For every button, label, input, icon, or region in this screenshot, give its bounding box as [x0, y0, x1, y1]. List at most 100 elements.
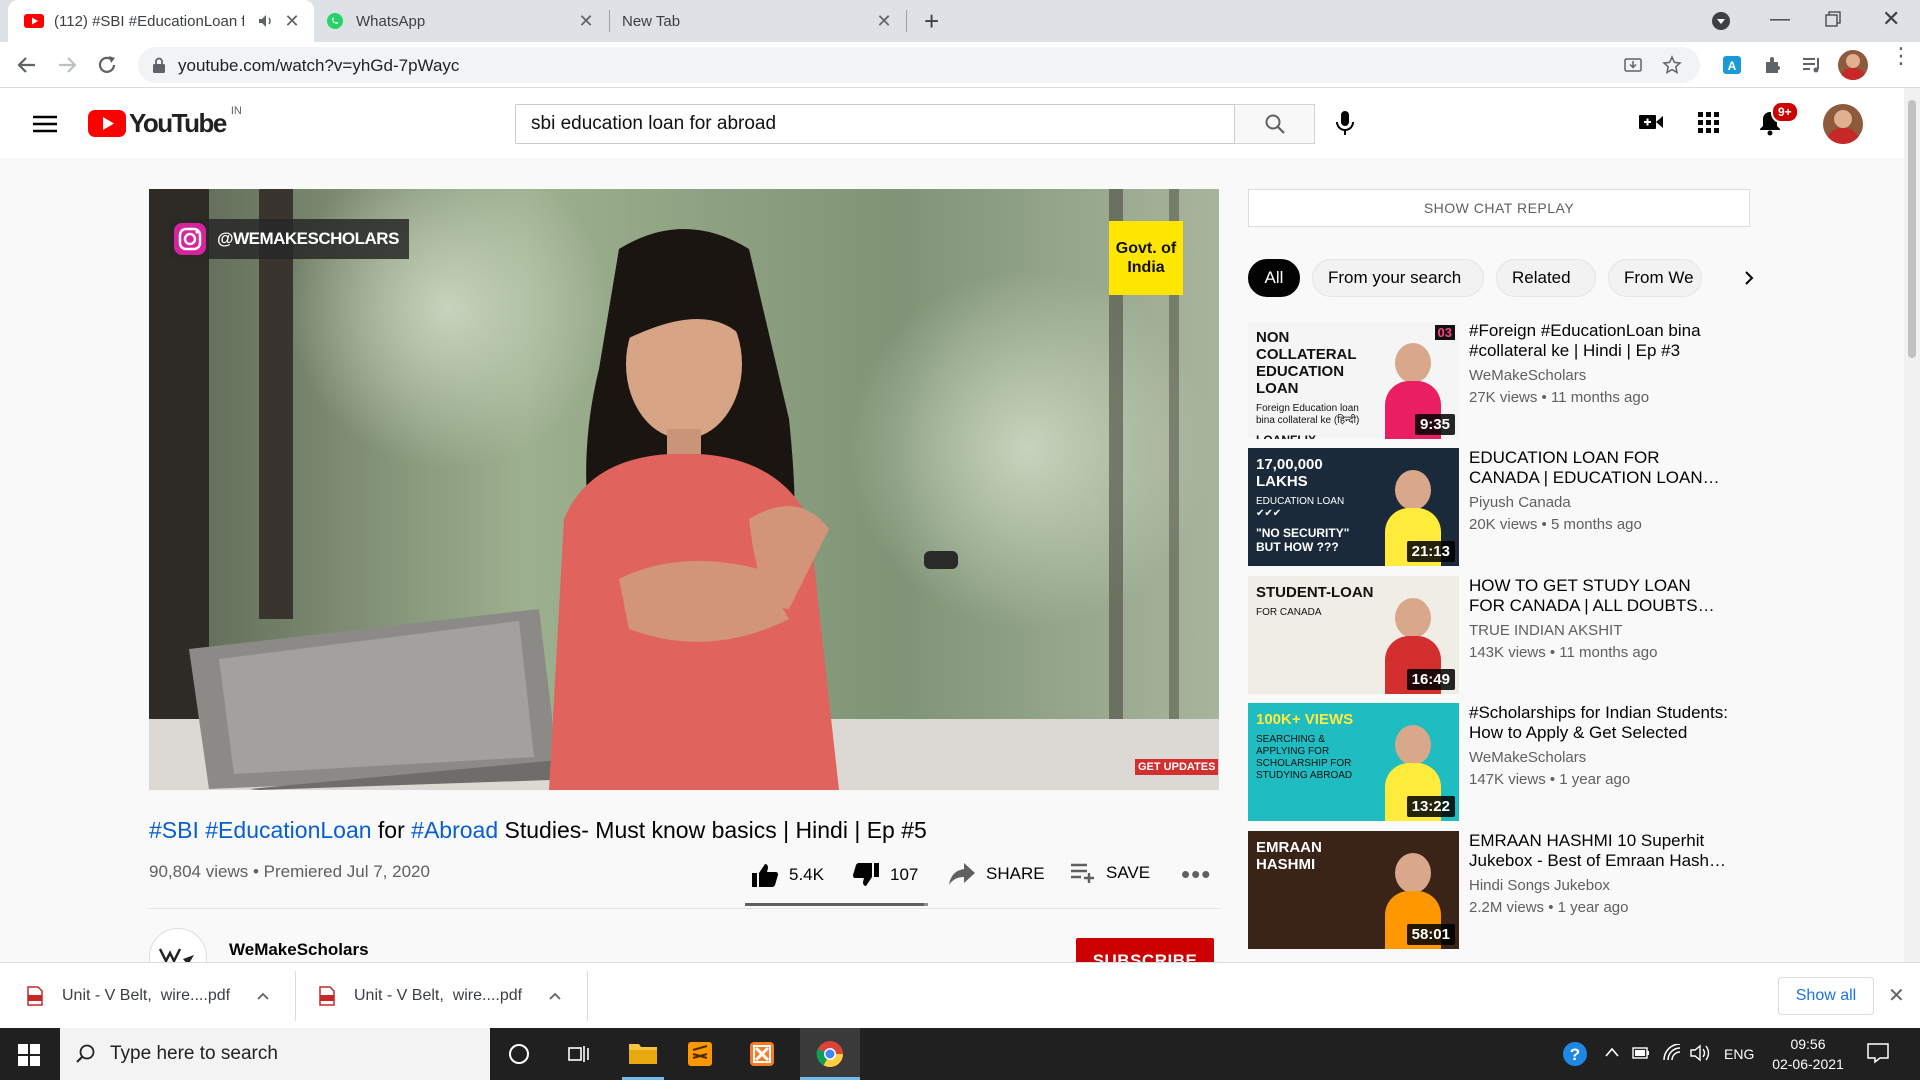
hashtag-link[interactable]: #EducationLoan [205, 817, 371, 843]
tab-youtube[interactable]: (112) #SBI #EducationLoan for #Abroad St… [8, 0, 314, 42]
video-title[interactable]: HOW TO GET STUDY LOAN FOR CANADA | ALL D… [1469, 576, 1731, 616]
video-title[interactable]: #Foreign #EducationLoan bina #collateral… [1469, 321, 1731, 361]
back-icon[interactable] [16, 54, 38, 76]
video-title[interactable]: #Scholarships for Indian Students: How t… [1469, 703, 1731, 743]
create-video-icon[interactable] [1638, 112, 1664, 132]
sublime-text-icon[interactable] [686, 1040, 714, 1068]
chip-all[interactable]: All [1248, 259, 1300, 297]
language-indicator[interactable]: ENG [1724, 1046, 1754, 1062]
extension-icon[interactable]: A [1721, 54, 1743, 76]
channel-name[interactable]: WeMakeScholars [1469, 749, 1586, 766]
page-scrollbar[interactable] [1904, 88, 1920, 962]
channel-name[interactable]: Hindi Songs Jukebox [1469, 877, 1610, 894]
video-title[interactable]: EMRAAN HASHMI 10 Superhit Jukebox - Best… [1469, 831, 1731, 871]
scrollbar-thumb[interactable] [1908, 100, 1916, 358]
maximize-icon[interactable] [1825, 11, 1841, 27]
tab-whatsapp[interactable]: WhatsApp ✕ [318, 0, 608, 42]
hamburger-menu-icon[interactable] [32, 114, 58, 134]
thumbs-down-icon [853, 863, 879, 886]
chevron-up-icon[interactable] [256, 991, 270, 1001]
speaker-icon[interactable] [258, 14, 274, 28]
close-tab-icon[interactable]: ✕ [282, 11, 302, 31]
close-window-icon[interactable]: ✕ [1882, 6, 1900, 32]
show-all-button[interactable]: Show all [1778, 977, 1874, 1015]
more-actions-icon[interactable]: ••• [1181, 861, 1211, 887]
video-meta: 143K views • 11 months ago [1469, 644, 1658, 661]
video-thumbnail[interactable]: 17,00,000 LAKHS EDUCATION LOAN ✔✔✔ "NO SEC… [1248, 448, 1459, 566]
tab-new-tab[interactable]: New Tab ✕ [612, 0, 906, 42]
minimize-icon[interactable]: — [1770, 8, 1790, 31]
download-item[interactable]: Unit - V Belt, wire....pdf [26, 963, 270, 1029]
hashtag-link[interactable]: #Abroad [411, 817, 498, 843]
hashtag-link[interactable]: #SBI [149, 817, 199, 843]
extensions-puzzle-icon[interactable] [1762, 54, 1784, 76]
chrome-taskbar-icon[interactable] [800, 1028, 860, 1080]
recommendation-item[interactable]: STUDENT-LOAN FOR CANADA 16:49 HOW TO GET ST… [1248, 576, 1768, 694]
recommendation-item[interactable]: 100K+ VIEWS SEARCHING & APPLYING FOR SCHO… [1248, 703, 1768, 821]
recommendation-item[interactable]: NON COLLATERAL EDUCATION LOAN Foreign Edu… [1248, 321, 1768, 439]
subscribe-button[interactable]: SUBSCRIBE [1076, 938, 1214, 962]
search-input[interactable] [516, 105, 1234, 143]
task-view-icon[interactable] [568, 1043, 592, 1065]
chip-from-your-search[interactable]: From your search [1312, 259, 1484, 297]
address-bar[interactable]: youtube.com/watch?v=yhGd-7pWayc [138, 47, 1700, 83]
dislike-button[interactable]: 107 [852, 862, 918, 888]
share-button[interactable]: SHARE [948, 862, 1045, 886]
recommendation-item[interactable]: 17,00,000 LAKHS EDUCATION LOAN ✔✔✔ "NO SEC… [1248, 448, 1768, 566]
windows-start-icon[interactable] [18, 1044, 40, 1066]
chevron-up-icon[interactable] [548, 991, 562, 1001]
show-chat-replay-button[interactable]: SHOW CHAT REPLAY [1248, 189, 1750, 227]
thumbnail-headline: STUDENT-LOAN [1256, 584, 1374, 601]
channel-name[interactable]: Piyush Canada [1469, 494, 1571, 511]
search-button[interactable] [1235, 104, 1315, 144]
microphone-icon[interactable] [1334, 110, 1356, 136]
battery-icon[interactable] [1632, 1046, 1650, 1060]
wifi-icon[interactable] [1662, 1044, 1682, 1062]
recommendation-item[interactable]: EMRAAN HASHMI 58:01 EMRAAN HASHMI 10 Super… [1248, 831, 1768, 949]
video-player[interactable]: @WEMAKESCHOLARS Govt. of India GET UPDAT… [149, 189, 1219, 790]
video-thumbnail[interactable]: STUDENT-LOAN FOR CANADA 16:49 [1248, 576, 1459, 694]
video-thumbnail[interactable]: NON COLLATERAL EDUCATION LOAN Foreign Edu… [1248, 321, 1459, 439]
forward-icon[interactable] [56, 54, 78, 76]
account-avatar[interactable] [1823, 104, 1863, 144]
video-title[interactable]: EDUCATION LOAN FOR CANADA | EDUCATION LO… [1469, 448, 1731, 488]
media-control-icon[interactable] [1801, 54, 1823, 76]
video-thumbnail[interactable]: 100K+ VIEWS SEARCHING & APPLYING FOR SCHO… [1248, 703, 1459, 821]
close-tab-icon[interactable]: ✕ [874, 11, 894, 31]
chip-from-channel[interactable]: From We [1608, 259, 1702, 297]
download-item[interactable]: Unit - V Belt, wire....pdf [318, 963, 562, 1029]
close-download-bar-icon[interactable]: ✕ [1888, 983, 1905, 1008]
chrome-menu-icon[interactable]: ⋮ [1890, 45, 1912, 67]
chevron-up-icon[interactable] [1604, 1046, 1620, 1058]
get-updates-badge[interactable]: GET UPDATES [1135, 759, 1219, 775]
reload-icon[interactable] [96, 54, 118, 76]
volume-icon[interactable] [1690, 1044, 1712, 1062]
like-button[interactable]: 5.4K [751, 862, 824, 888]
save-button[interactable]: SAVE [1070, 862, 1150, 884]
taskbar-search-box[interactable]: Type here to search [60, 1028, 490, 1080]
chip-related[interactable]: Related [1496, 259, 1596, 297]
url-text: youtube.com/watch?v=yhGd-7pWayc [178, 56, 460, 75]
clock[interactable]: 09:56 02-06-2021 [1768, 1034, 1848, 1074]
youtube-logo[interactable]: YouTube IN [88, 105, 242, 139]
video-thumbnail[interactable]: EMRAAN HASHMI 58:01 [1248, 831, 1459, 949]
lock-icon[interactable] [152, 57, 166, 73]
new-tab-button[interactable]: + [924, 8, 939, 34]
channel-name[interactable]: WeMakeScholars [1469, 367, 1586, 384]
action-center-icon[interactable] [1866, 1042, 1890, 1064]
file-explorer-icon[interactable] [622, 1028, 664, 1080]
tab-search-icon[interactable] [1711, 11, 1731, 31]
xampp-icon[interactable] [748, 1040, 776, 1068]
profile-avatar[interactable] [1838, 50, 1868, 80]
close-tab-icon[interactable]: ✕ [576, 11, 596, 31]
bookmark-star-icon[interactable] [1662, 55, 1682, 75]
channel-name[interactable]: WeMakeScholars [229, 940, 369, 960]
channel-avatar[interactable] [149, 928, 207, 962]
download-filename: Unit - V Belt, wire....pdf [62, 987, 231, 1004]
install-icon[interactable] [1624, 56, 1642, 74]
channel-name[interactable]: TRUE INDIAN AKSHIT [1469, 622, 1622, 639]
help-icon[interactable]: ? [1562, 1041, 1588, 1067]
chips-next-button[interactable] [1700, 259, 1756, 297]
apps-grid-icon[interactable] [1698, 112, 1720, 134]
cortana-icon[interactable] [508, 1043, 530, 1065]
